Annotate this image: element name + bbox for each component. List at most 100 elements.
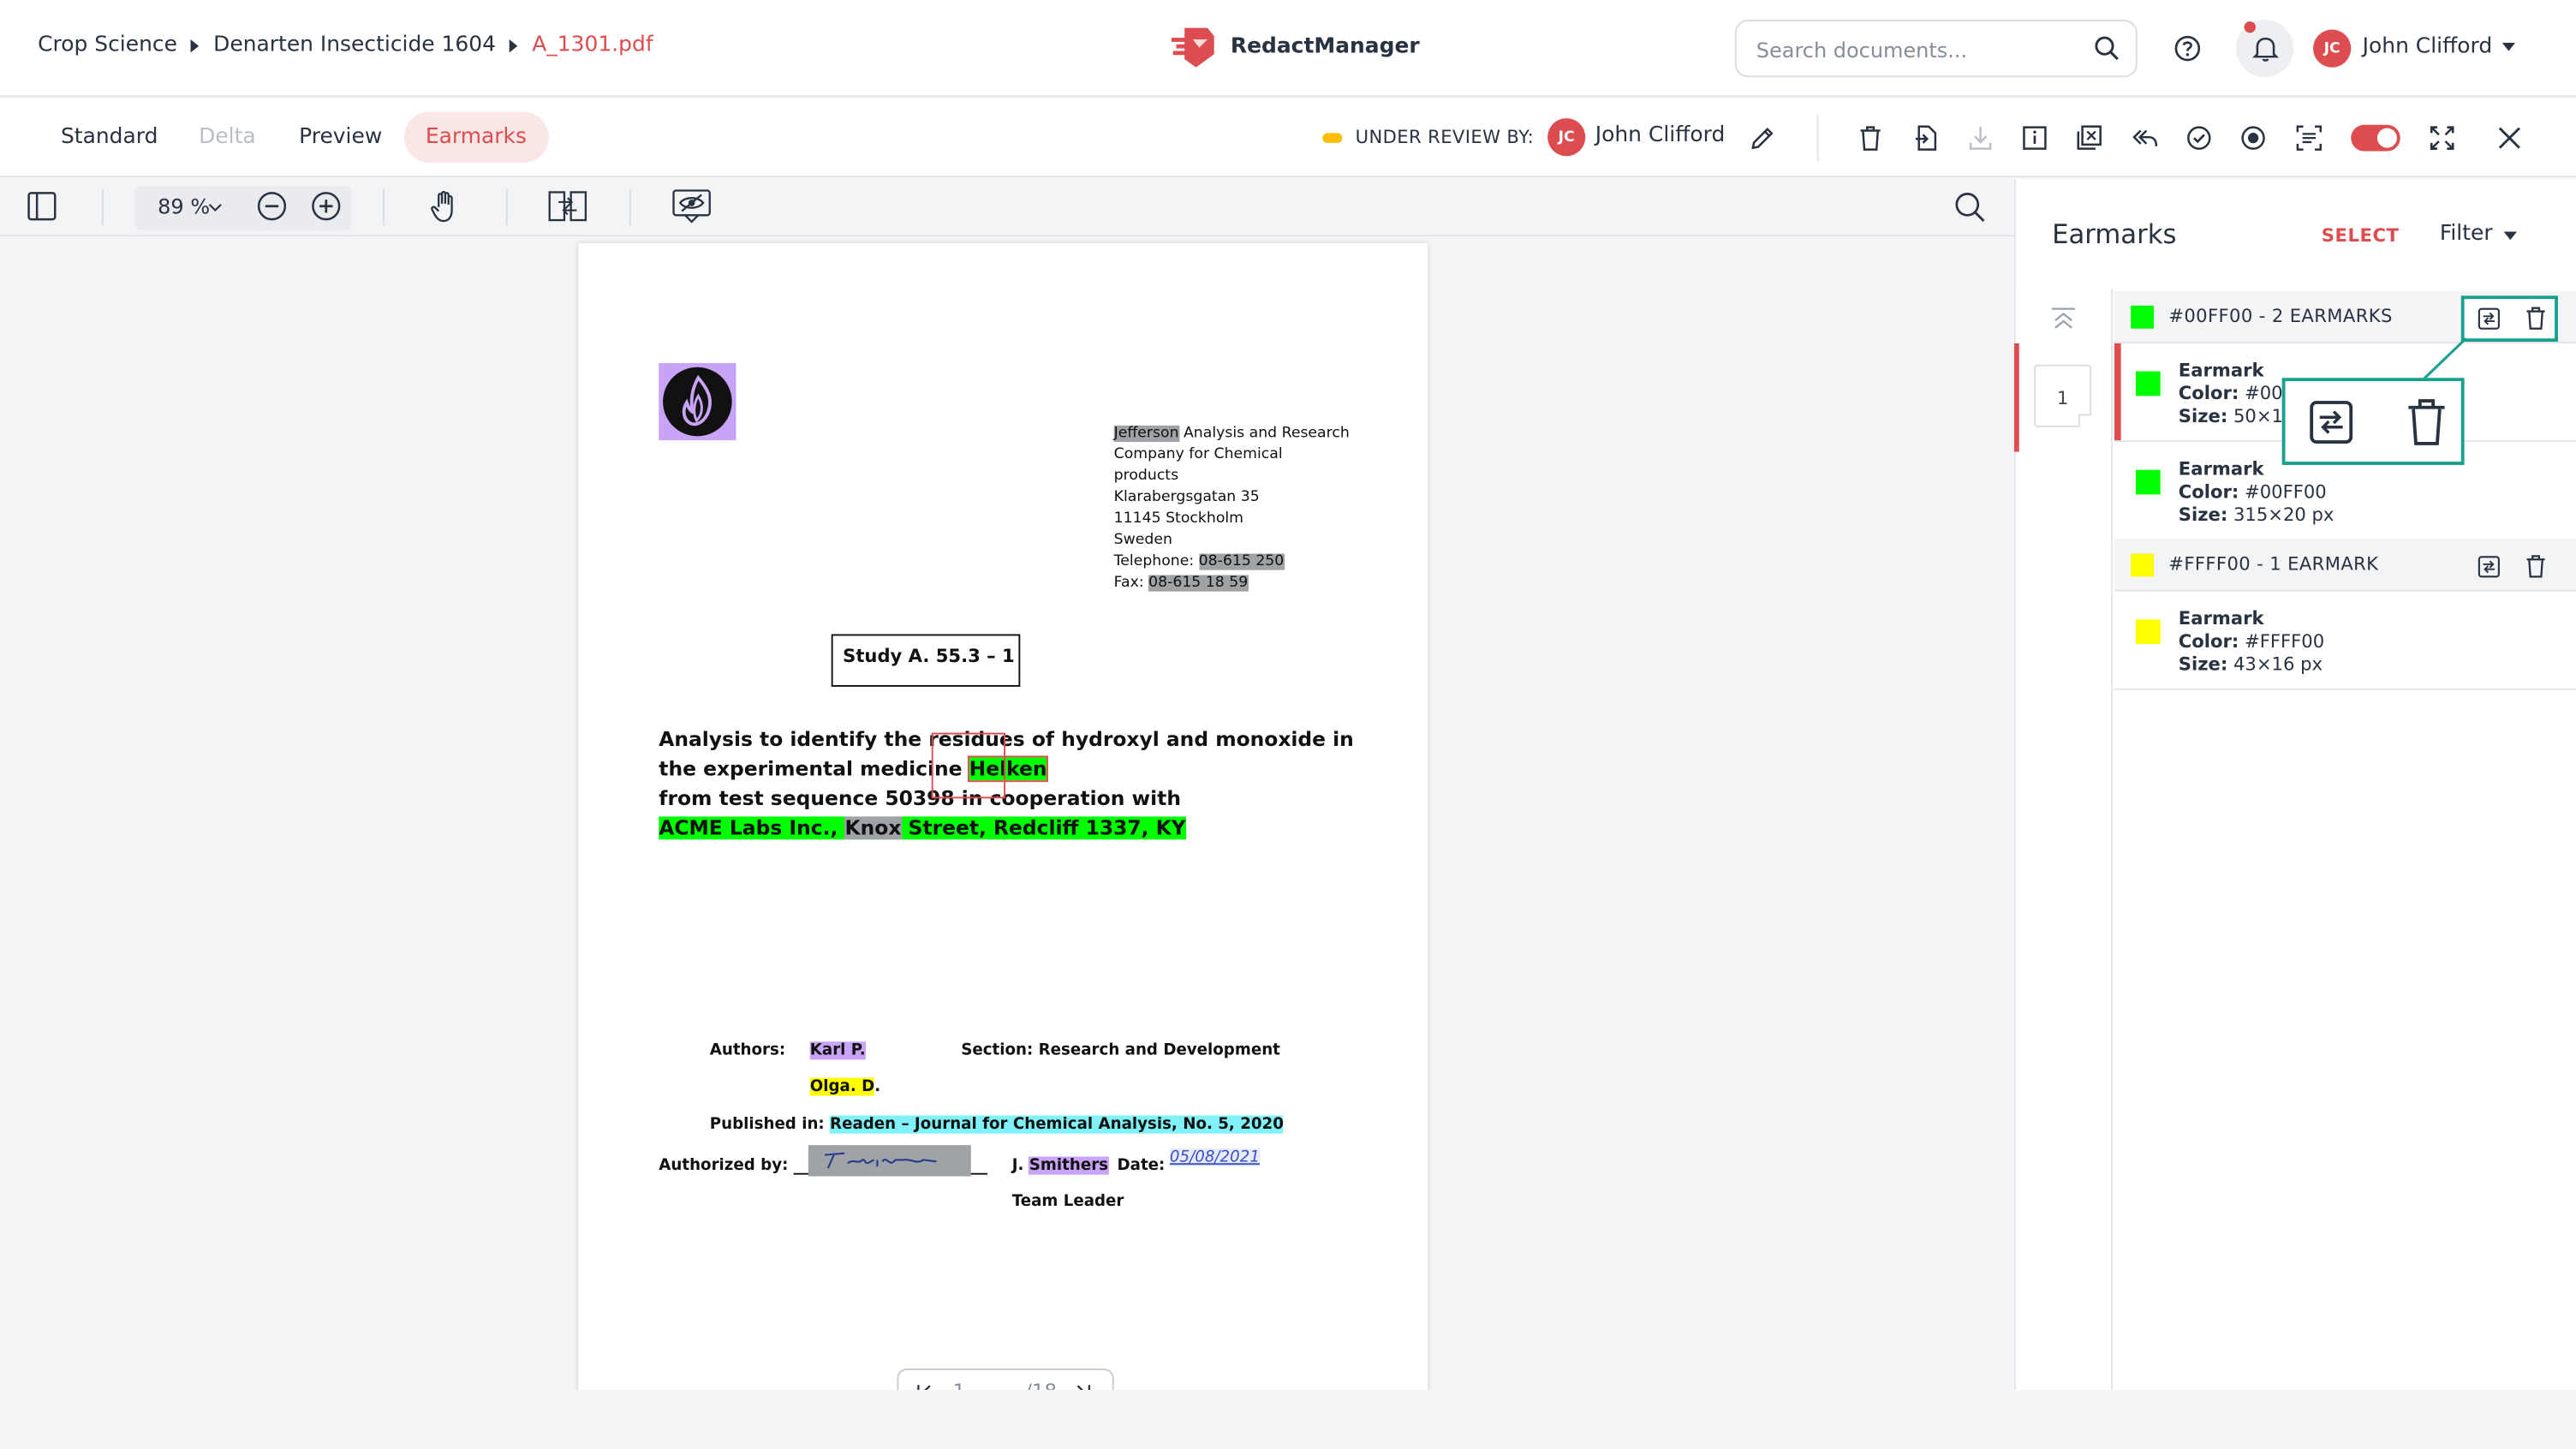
exclude-pages-icon[interactable]	[2075, 123, 2103, 153]
delete-document-icon[interactable]	[1857, 123, 1885, 153]
page-number-input[interactable]: 1	[953, 1380, 966, 1390]
callout-connector	[2422, 337, 2467, 381]
color-swatch	[2135, 469, 2161, 495]
signature-redaction[interactable]	[808, 1145, 971, 1177]
convert-earmarks-icon[interactable]	[2478, 555, 2501, 578]
redaction-highlight[interactable]: Knox	[844, 816, 902, 840]
convert-earmarks-icon[interactable]	[2308, 399, 2354, 445]
user-avatar[interactable]: JC	[2313, 29, 2352, 68]
brand-logo[interactable]: RedactManager	[1171, 23, 1420, 69]
toggle-thumbnails-icon[interactable]	[27, 191, 57, 222]
address-line: 11145 Stockholm	[1113, 510, 1244, 528]
search-input[interactable]: Search documents...	[1734, 20, 2138, 78]
toggle-knob	[2376, 128, 2397, 148]
earmark-group-header[interactable]: #FFFF00 - 1 EARMARK	[2114, 539, 2576, 592]
reviewer-avatar[interactable]: JC	[1547, 118, 1586, 157]
author-name: Olga. D.	[809, 1077, 881, 1096]
toolbar-divider	[101, 188, 104, 225]
assign-document-icon[interactable]	[1912, 123, 1941, 153]
scroll-to-top-icon[interactable]	[2050, 307, 2077, 331]
breadcrumb-separator-icon	[184, 39, 207, 52]
breadcrumb-dossier[interactable]: Denarten Insecticide 1604	[213, 33, 496, 57]
callout-zoom	[2281, 378, 2465, 465]
user-name[interactable]: John Clifford	[2363, 34, 2493, 59]
breadcrumb-separator-icon	[503, 39, 526, 52]
delete-earmarks-icon[interactable]	[2406, 396, 2448, 446]
company-logo[interactable]	[659, 362, 736, 441]
notifications-button[interactable]	[2235, 20, 2294, 78]
fullscreen-icon[interactable]	[2428, 123, 2456, 153]
compare-pages-icon[interactable]	[547, 189, 588, 224]
earmark-item-details: Earmark Color: #00FF00 Size: 315×20 px	[2178, 458, 2334, 526]
ocr-icon[interactable]	[2295, 123, 2323, 153]
tab-standard[interactable]: Standard	[39, 111, 179, 162]
page-thumbnail[interactable]: 1	[2033, 364, 2092, 427]
authors-label: Authors:	[709, 1041, 786, 1060]
study-label: Study A. 55.3 – 1	[831, 634, 1021, 687]
review-status-label: UNDER REVIEW BY:	[1355, 126, 1535, 148]
smithers-line: J. Smithers	[1011, 1156, 1109, 1175]
redaction-highlight[interactable]: Readen – Journal for Chemical Analysis, …	[830, 1115, 1284, 1134]
earmark-group-label: #FFFF00 - 1 EARMARK	[2168, 553, 2379, 575]
earmark-highlight[interactable]: ACME Labs Inc., Knox Street, Redcliff 13…	[659, 816, 1186, 840]
document-info-icon[interactable]	[2021, 123, 2049, 153]
last-page-icon[interactable]	[1075, 1383, 1091, 1390]
review-status-dot	[1322, 133, 1343, 143]
zoom-out-icon[interactable]	[256, 191, 287, 222]
chevron-down-icon[interactable]	[2503, 231, 2517, 241]
redaction-highlight[interactable]: 08-615 18 59	[1148, 575, 1249, 592]
signature-icon	[824, 1152, 937, 1169]
toolbar-divider	[1816, 115, 1819, 162]
address-line: products	[1113, 468, 1179, 485]
tab-earmarks[interactable]: Earmarks	[403, 111, 548, 163]
approve-icon[interactable]	[2185, 123, 2213, 153]
earmark-item-details: Earmark Color: #FFFF00 Size: 43×16 px	[2178, 607, 2325, 676]
earmark-highlight[interactable]: Olga. D	[809, 1077, 875, 1096]
redaction-highlight[interactable]: Karl P.	[809, 1041, 866, 1060]
chevron-down-icon[interactable]	[208, 204, 222, 212]
panel-title: Earmarks	[2052, 218, 2177, 250]
pan-hand-icon[interactable]	[429, 189, 462, 224]
delete-earmarks-icon[interactable]	[2525, 306, 2547, 331]
redaction-highlight[interactable]: 08-615 250	[1199, 553, 1285, 570]
search-icon[interactable]	[2093, 34, 2121, 63]
hide-highlights-icon[interactable]	[671, 188, 713, 225]
edit-reviewer-icon[interactable]	[1748, 125, 1776, 153]
toolbar-divider	[629, 188, 631, 225]
total-pages: /18	[1025, 1380, 1057, 1390]
download-icon[interactable]	[1966, 123, 1995, 153]
chevron-down-icon[interactable]	[2501, 42, 2516, 51]
toggle-switch[interactable]	[2351, 124, 2400, 152]
help-icon[interactable]	[2172, 33, 2203, 63]
color-swatch	[2131, 553, 2155, 577]
tab-preview[interactable]: Preview	[277, 111, 403, 162]
document-page[interactable]: Jefferson Analysis and Research Company …	[578, 242, 1428, 1390]
reviewer-name[interactable]: John Clifford	[1595, 123, 1726, 148]
breadcrumb-file[interactable]: A_1301.pdf	[532, 33, 653, 57]
telephone-line: Telephone: 08-615 250	[1113, 553, 1285, 570]
earmark-group-label: #00FF00 - 2 EARMARKS	[2168, 305, 2393, 327]
redaction-highlight[interactable]: Smithers	[1029, 1156, 1108, 1175]
page-fold-icon	[2078, 414, 2092, 427]
close-icon[interactable]	[2496, 123, 2524, 153]
earmark-item[interactable]: Earmark Color: #FFFF00 Size: 43×16 px	[2114, 591, 2576, 690]
selected-annotation-frame	[931, 732, 1006, 799]
redaction-highlight[interactable]: Jefferson	[1113, 425, 1179, 443]
filter-dropdown[interactable]: Filter	[2440, 222, 2493, 247]
date-value[interactable]: 05/08/2021	[1169, 1148, 1260, 1167]
convert-earmarks-icon[interactable]	[2478, 307, 2501, 331]
undo-all-icon[interactable]	[2131, 123, 2159, 153]
title-line: ACME Labs Inc., Knox Street, Redcliff 13…	[659, 814, 1186, 844]
analysis-icon[interactable]	[2239, 123, 2268, 153]
first-page-icon[interactable]	[916, 1383, 933, 1390]
address-line: Klarabergsgatan 35	[1113, 489, 1260, 506]
tab-delta: Delta	[199, 124, 256, 150]
active-item-marker	[2114, 343, 2121, 441]
color-swatch	[2131, 305, 2155, 329]
breadcrumb-dossier-template[interactable]: Crop Science	[38, 33, 177, 57]
zoom-value[interactable]: 89 %	[158, 194, 210, 218]
search-in-document-icon[interactable]	[1953, 191, 1986, 224]
delete-earmarks-icon[interactable]	[2525, 554, 2547, 579]
zoom-in-icon[interactable]	[311, 191, 342, 222]
select-button[interactable]: SELECT	[2322, 225, 2400, 247]
